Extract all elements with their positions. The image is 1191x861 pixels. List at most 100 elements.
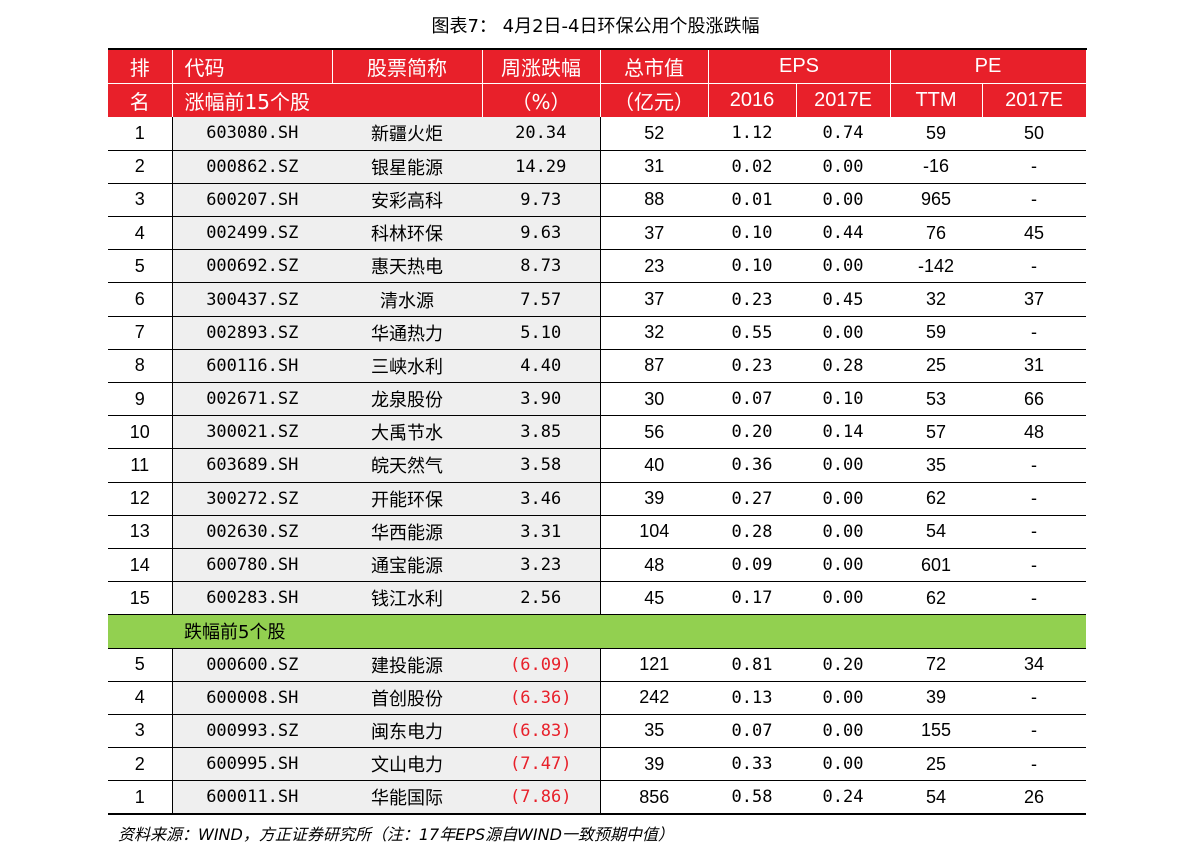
eps-2016-cell: 0.23 <box>708 349 796 384</box>
header-gainers-label: 涨幅前15个股 <box>172 83 483 117</box>
header-code: 代码 <box>172 49 333 84</box>
pe-2017e-cell: - <box>982 316 1086 350</box>
name-cell: 华能国际 <box>332 780 482 815</box>
change-cell: (7.47) <box>482 747 601 782</box>
table-row: 5 000600.SZ 建投能源 (6.09) 121 0.81 0.20 72 34 <box>108 648 1086 682</box>
code-cell: 002893.SZ <box>172 316 332 350</box>
pe-2017e-cell: 26 <box>982 780 1086 815</box>
rank-cell: 10 <box>108 415 173 450</box>
mcap-cell: 56 <box>600 415 708 450</box>
code-cell: 600011.SH <box>172 780 332 815</box>
code-cell: 600207.SH <box>172 183 332 218</box>
eps-2017e-cell: 0.00 <box>796 681 890 715</box>
pe-2017e-cell: 37 <box>982 282 1086 317</box>
mcap-cell: 37 <box>600 282 708 317</box>
code-cell: 603689.SH <box>172 448 332 483</box>
header-pe: PE <box>890 49 1087 84</box>
table-row: 9 002671.SZ 龙泉股份 3.90 30 0.07 0.10 53 66 <box>108 382 1086 417</box>
section-rank-blank <box>108 614 172 649</box>
change-cell: 3.85 <box>482 415 601 450</box>
eps-2017e-cell: 0.00 <box>796 448 890 483</box>
change-cell: 3.23 <box>482 548 601 583</box>
code-cell: 002630.SZ <box>172 515 332 549</box>
eps-2017e-cell: 0.10 <box>796 382 890 417</box>
pe-ttm-cell: 54 <box>890 515 982 549</box>
code-cell: 300021.SZ <box>172 415 332 450</box>
mcap-cell: 45 <box>600 581 708 616</box>
table-row: 3 000993.SZ 闽东电力 (6.83) 35 0.07 0.00 155- <box>108 714 1086 749</box>
pe-ttm-cell: -142 <box>890 249 982 284</box>
eps-2017e-cell: 0.00 <box>796 316 890 350</box>
pe-2017e-cell: 66 <box>982 382 1086 417</box>
eps-2016-cell: 0.17 <box>708 581 796 616</box>
mcap-cell: 30 <box>600 382 708 417</box>
code-cell: 600116.SH <box>172 349 332 384</box>
eps-2017e-cell: 0.00 <box>796 183 890 218</box>
source-note: 资料来源：WIND，方正证券研究所（注：17年EPS源自WIND一致预期中值） <box>118 825 674 844</box>
change-cell: 8.73 <box>482 249 601 284</box>
table-row: 2 600995.SH 文山电力 (7.47) 39 0.33 0.00 25- <box>108 747 1086 782</box>
header-row-1: 排 代码 股票简称 周涨跌幅 总市值 EPS PE <box>108 49 1087 84</box>
pe-2017e-cell: - <box>982 747 1086 782</box>
name-cell: 三峡水利 <box>332 349 482 384</box>
header-change: 周涨跌幅 <box>482 49 601 84</box>
change-cell: 5.10 <box>482 316 601 350</box>
eps-2016-cell: 0.01 <box>708 183 796 218</box>
pe-2017e-cell: 45 <box>982 216 1086 251</box>
name-cell: 龙泉股份 <box>332 382 482 417</box>
rank-cell: 2 <box>108 150 173 184</box>
header-row-2: 名 涨幅前15个股 （%） （亿元） 2016 2017E TTM 2017E <box>108 83 1087 117</box>
change-cell: 9.63 <box>482 216 601 251</box>
change-cell: 4.40 <box>482 349 601 384</box>
mcap-cell: 40 <box>600 448 708 483</box>
name-cell: 皖天然气 <box>332 448 482 483</box>
code-cell: 300272.SZ <box>172 482 332 516</box>
pe-ttm-cell: 965 <box>890 183 982 218</box>
mcap-cell: 88 <box>600 183 708 218</box>
mcap-cell: 32 <box>600 316 708 350</box>
change-cell: 3.46 <box>482 482 601 516</box>
pe-2017e-cell: - <box>982 548 1086 583</box>
table-row: 1 600011.SH 华能国际 (7.86) 856 0.58 0.24 54 26 <box>108 780 1086 815</box>
name-cell: 安彩高科 <box>332 183 482 218</box>
eps-2016-cell: 0.10 <box>708 216 796 251</box>
pe-2017e-cell: - <box>982 681 1086 715</box>
header-rank-bottom: 名 <box>108 83 173 117</box>
eps-2016-cell: 0.28 <box>708 515 796 549</box>
code-cell: 002671.SZ <box>172 382 332 417</box>
rank-cell: 4 <box>108 216 173 251</box>
change-cell: (6.09) <box>482 648 601 682</box>
table-row: 11 603689.SH 皖天然气 3.58 40 0.36 0.00 35- <box>108 448 1086 483</box>
header-mcap: 总市值 <box>600 49 709 84</box>
pe-2017e-cell: 48 <box>982 415 1086 450</box>
change-cell: 3.31 <box>482 515 601 549</box>
losers-label: 跌幅前5个股 <box>172 614 1086 649</box>
header-change-unit: （%） <box>482 83 601 117</box>
eps-2016-cell: 1.12 <box>708 117 796 151</box>
change-cell: 3.58 <box>482 448 601 483</box>
name-cell: 惠天热电 <box>332 249 482 284</box>
eps-2017e-cell: 0.14 <box>796 415 890 450</box>
pe-2017e-cell: - <box>982 249 1086 284</box>
eps-2017e-cell: 0.00 <box>796 150 890 184</box>
name-cell: 通宝能源 <box>332 548 482 583</box>
mcap-cell: 52 <box>600 117 708 151</box>
change-cell: 3.90 <box>482 382 601 417</box>
pe-2017e-cell: 34 <box>982 648 1086 682</box>
eps-2017e-cell: 0.28 <box>796 349 890 384</box>
eps-2017e-cell: 0.00 <box>796 548 890 583</box>
pe-ttm-cell: 39 <box>890 681 982 715</box>
pe-ttm-cell: 601 <box>890 548 982 583</box>
eps-2016-cell: 0.58 <box>708 780 796 815</box>
mcap-cell: 39 <box>600 482 708 516</box>
table-row: 12 300272.SZ 开能环保 3.46 39 0.27 0.00 62- <box>108 482 1086 516</box>
name-cell: 开能环保 <box>332 482 482 516</box>
table-row: 14 600780.SH 通宝能源 3.23 48 0.09 0.00 601- <box>108 548 1086 583</box>
table-row: 4 600008.SH 首创股份 (6.36) 242 0.13 0.00 39- <box>108 681 1086 715</box>
table-caption: 图表7： 4月2日-4日环保公用个股涨跌幅 <box>431 16 760 37</box>
change-cell: 20.34 <box>482 117 601 151</box>
pe-2017e-cell: - <box>982 448 1086 483</box>
eps-2017e-cell: 0.44 <box>796 216 890 251</box>
eps-2016-cell: 0.33 <box>708 747 796 782</box>
header-eps: EPS <box>708 49 891 84</box>
